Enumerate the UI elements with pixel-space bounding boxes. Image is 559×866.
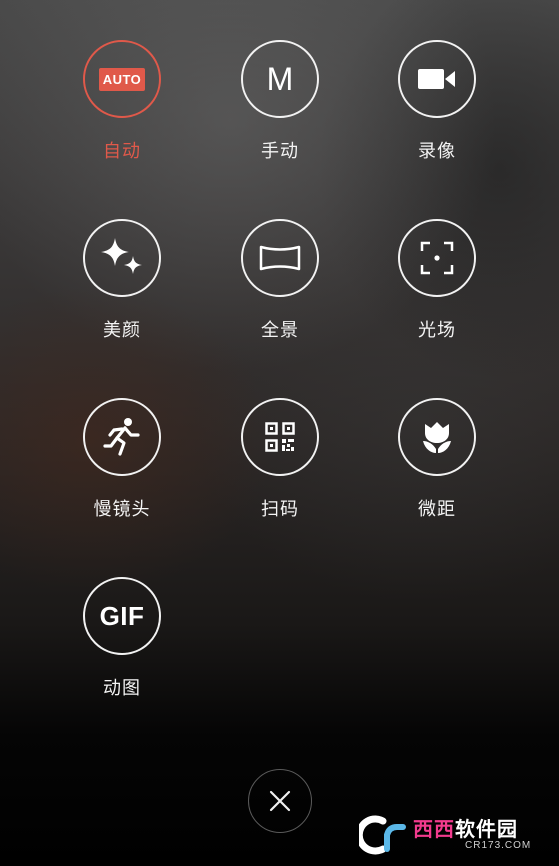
- focus-frame-icon: [420, 241, 454, 275]
- mode-macro-label: 微距: [418, 499, 456, 520]
- close-icon: [269, 790, 291, 812]
- mode-beauty[interactable]: 美颜: [62, 219, 182, 342]
- mode-beauty-button[interactable]: [83, 219, 161, 297]
- close-button[interactable]: [248, 769, 312, 833]
- watermark-url: CR173.COM: [465, 840, 532, 851]
- gif-icon: GIF: [99, 600, 145, 631]
- mode-scan-button[interactable]: [241, 398, 319, 476]
- mode-auto-button[interactable]: AUTO: [83, 40, 161, 118]
- tulip-macro-icon: [423, 422, 451, 453]
- manual-m-icon: M: [266, 60, 294, 97]
- sparkle-icon: [101, 238, 142, 274]
- watermark-logo-icon: [359, 815, 406, 855]
- mode-lightfield-label: 光场: [418, 320, 456, 341]
- mode-panorama[interactable]: 全景: [220, 219, 340, 342]
- mode-macro-button[interactable]: [398, 398, 476, 476]
- mode-video[interactable]: 录像: [377, 40, 497, 163]
- mode-video-label: 录像: [418, 141, 456, 162]
- mode-lightfield[interactable]: 光场: [377, 219, 497, 342]
- mode-slowmo-label: 慢镜头: [93, 499, 151, 520]
- mode-auto-label: 自动: [103, 141, 141, 162]
- running-person-icon: [103, 418, 140, 456]
- watermark-brand-a: 西西: [413, 817, 455, 841]
- qr-code-icon: [265, 422, 295, 452]
- mode-gif-label: 动图: [103, 678, 141, 699]
- mode-scan-label: 扫码: [261, 499, 299, 520]
- watermark: 西西软件园 CR173.COM: [359, 815, 544, 855]
- mode-gif[interactable]: GIF 动图: [62, 577, 182, 700]
- mode-gif-button[interactable]: GIF: [83, 577, 161, 655]
- mode-manual-label: 手动: [261, 141, 299, 162]
- mode-macro[interactable]: 微距: [377, 398, 497, 521]
- mode-manual-button[interactable]: M: [241, 40, 319, 118]
- mode-beauty-label: 美颜: [103, 320, 141, 341]
- watermark-brand-b: 软件园: [455, 817, 518, 841]
- mode-slowmo-button[interactable]: [83, 398, 161, 476]
- mode-slowmo[interactable]: 慢镜头: [62, 398, 182, 521]
- mode-lightfield-button[interactable]: [398, 219, 476, 297]
- video-camera-icon: [418, 69, 455, 89]
- mode-scan[interactable]: 扫码: [220, 398, 340, 521]
- watermark-brand: 西西软件园: [413, 818, 531, 840]
- mode-panorama-label: 全景: [261, 320, 299, 341]
- mode-panorama-button[interactable]: [241, 219, 319, 297]
- panorama-icon: [259, 245, 301, 271]
- auto-badge-icon: AUTO: [98, 67, 146, 91]
- mode-manual[interactable]: M 手动: [220, 40, 340, 163]
- mode-auto[interactable]: AUTO 自动: [62, 40, 182, 163]
- mode-video-button[interactable]: [398, 40, 476, 118]
